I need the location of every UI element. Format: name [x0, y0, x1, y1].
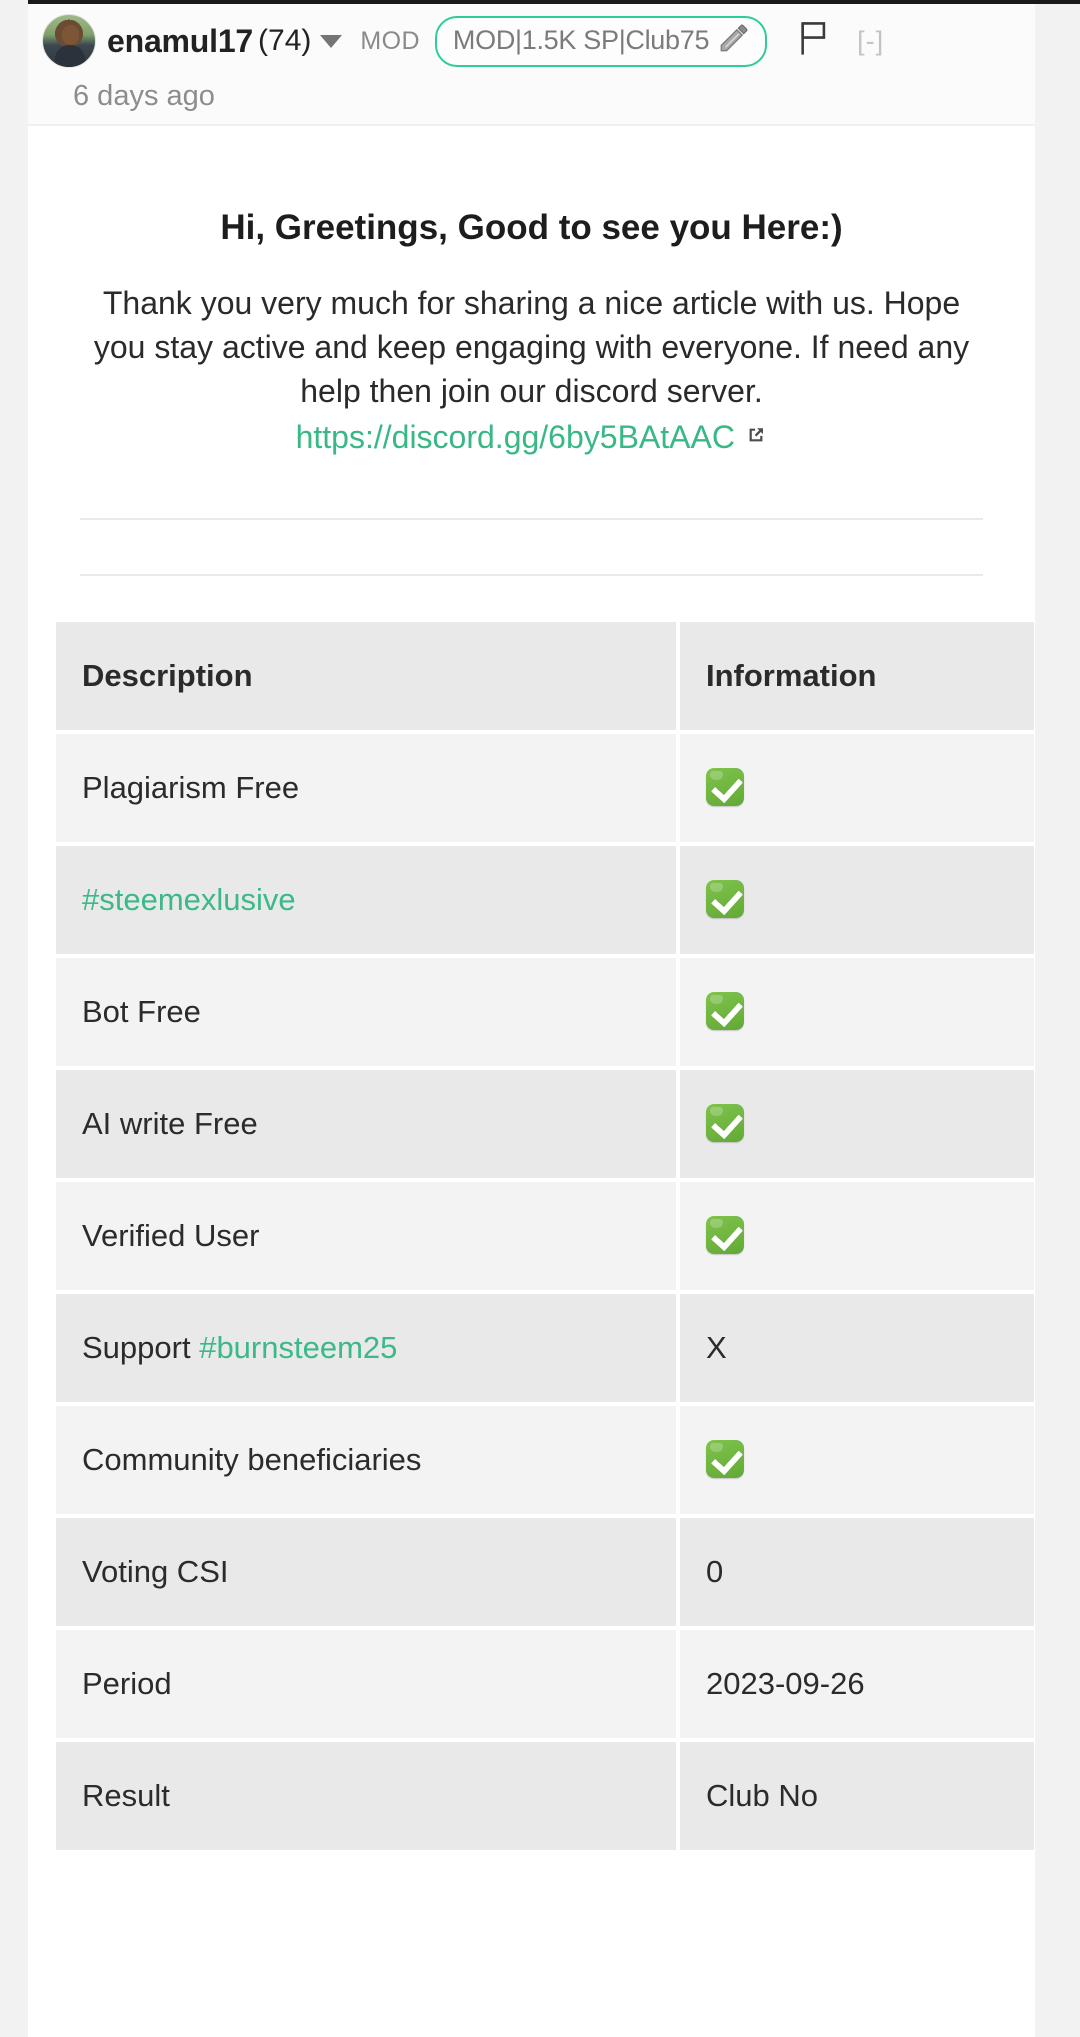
spacer-mid — [68, 520, 995, 574]
cell-description: Verified User — [56, 1182, 676, 1291]
discord-link-row: https://discord.gg/6by5BAtAAC — [68, 413, 995, 456]
avatar[interactable] — [42, 14, 96, 68]
cell-information: 2023-09-26 — [680, 1630, 1034, 1739]
cell-description: Community beneficiaries — [56, 1406, 676, 1515]
cell-information — [680, 958, 1034, 1067]
information-value: X — [706, 1330, 727, 1366]
cell-description: Bot Free — [56, 958, 676, 1067]
cell-information — [680, 1406, 1034, 1515]
table-row: Result Club No — [56, 1742, 1034, 1851]
table-row: AI write Free — [56, 1070, 1034, 1179]
cell-description: Period — [56, 1630, 676, 1739]
hashtag-link[interactable]: #burnsteem25 — [199, 1330, 397, 1365]
author-name[interactable]: enamul17 — [107, 23, 253, 60]
pencil-icon — [717, 21, 751, 60]
discord-invite-link[interactable]: https://discord.gg/6by5BAtAAC — [296, 419, 735, 455]
card-bottom-padding — [28, 1854, 1035, 1900]
table-row: Verified User — [56, 1182, 1034, 1291]
comment-header-row: enamul17 (74) MOD MOD|1.5K SP|Club75 [-] — [28, 12, 1035, 70]
mod-status-badge-label: MOD|1.5K SP|Club75 — [452, 24, 710, 55]
check-mark-icon — [706, 1216, 744, 1255]
column-header-description: Description — [56, 622, 676, 731]
spacer-bottom — [68, 576, 995, 618]
mod-status-badge[interactable]: MOD|1.5K SP|Club75 — [434, 15, 768, 67]
chevron-down-icon[interactable] — [320, 34, 343, 48]
check-mark-icon — [706, 880, 744, 919]
club-report-table: Description Information Plagiarism Free #… — [52, 618, 1038, 1854]
table-header-row: Description Information — [56, 622, 1034, 731]
table-body: Plagiarism Free #steemexlusive Bot Free AI … — [56, 734, 1034, 1851]
report-table-wrap: Description Information Plagiarism Free #… — [28, 618, 1035, 1854]
description-text: Community beneficiaries — [82, 1442, 422, 1478]
external-link-icon — [741, 428, 767, 450]
description-text: Bot Free — [82, 994, 201, 1030]
hashtag-link[interactable]: #steemexlusive — [82, 882, 296, 917]
description-text: Result — [82, 1778, 170, 1814]
description-text: Voting CSI — [82, 1554, 229, 1590]
table-row: #steemexlusive — [56, 846, 1034, 955]
column-header-information: Information — [680, 622, 1034, 731]
table-row: Bot Free — [56, 958, 1034, 1067]
greeting-heading: Hi, Greetings, Good to see you Here:) — [220, 208, 843, 247]
cell-description: Plagiarism Free — [56, 734, 676, 843]
comment-body: Hi, Greetings, Good to see you Here:) Th… — [28, 126, 1035, 618]
cell-description: Support #burnsteem25 — [56, 1294, 676, 1403]
cell-description: AI write Free — [56, 1070, 676, 1179]
table-row: Period 2023-09-26 — [56, 1630, 1034, 1739]
top-left-gutter — [0, 0, 28, 4]
information-value: 2023-09-26 — [706, 1666, 865, 1702]
check-mark-icon — [706, 1440, 744, 1479]
comment-card: enamul17 (74) MOD MOD|1.5K SP|Club75 [-]… — [28, 4, 1035, 2037]
check-mark-icon — [706, 1104, 744, 1143]
table-row: Community beneficiaries — [56, 1406, 1034, 1515]
cell-information: 0 — [680, 1518, 1034, 1627]
table-row: Support #burnsteem25 X — [56, 1294, 1034, 1403]
cell-information — [680, 1070, 1034, 1179]
description-text: AI write Free — [82, 1106, 258, 1142]
check-mark-icon — [706, 768, 744, 807]
spacer-top — [68, 456, 995, 518]
cell-information — [680, 1182, 1034, 1291]
cell-description: Result — [56, 1742, 676, 1851]
table-row: Voting CSI 0 — [56, 1518, 1034, 1627]
information-value: 0 — [706, 1554, 724, 1590]
cell-information — [680, 846, 1034, 955]
mod-role-label: MOD — [360, 26, 420, 55]
information-value: Club No — [706, 1778, 818, 1814]
check-mark-icon — [706, 992, 744, 1031]
flag-icon[interactable] — [797, 20, 831, 63]
author-reputation: (74) — [258, 24, 312, 57]
collapse-toggle[interactable]: [-] — [857, 26, 884, 57]
comment-timestamp[interactable]: 6 days ago — [28, 70, 1035, 113]
cell-information: Club No — [680, 1742, 1034, 1851]
table-row: Plagiarism Free — [56, 734, 1034, 843]
description-text: Verified User — [82, 1218, 260, 1254]
cell-description: #steemexlusive — [56, 846, 676, 955]
comment-header: enamul17 (74) MOD MOD|1.5K SP|Club75 [-]… — [28, 4, 1035, 126]
cell-information: X — [680, 1294, 1034, 1403]
body-paragraph: Thank you very much for sharing a nice a… — [93, 285, 970, 410]
cell-information — [680, 734, 1034, 843]
cell-description: Voting CSI — [56, 1518, 676, 1627]
description-text: Plagiarism Free — [82, 770, 300, 806]
description-text: Support — [82, 1330, 200, 1366]
description-text: Period — [82, 1666, 172, 1702]
